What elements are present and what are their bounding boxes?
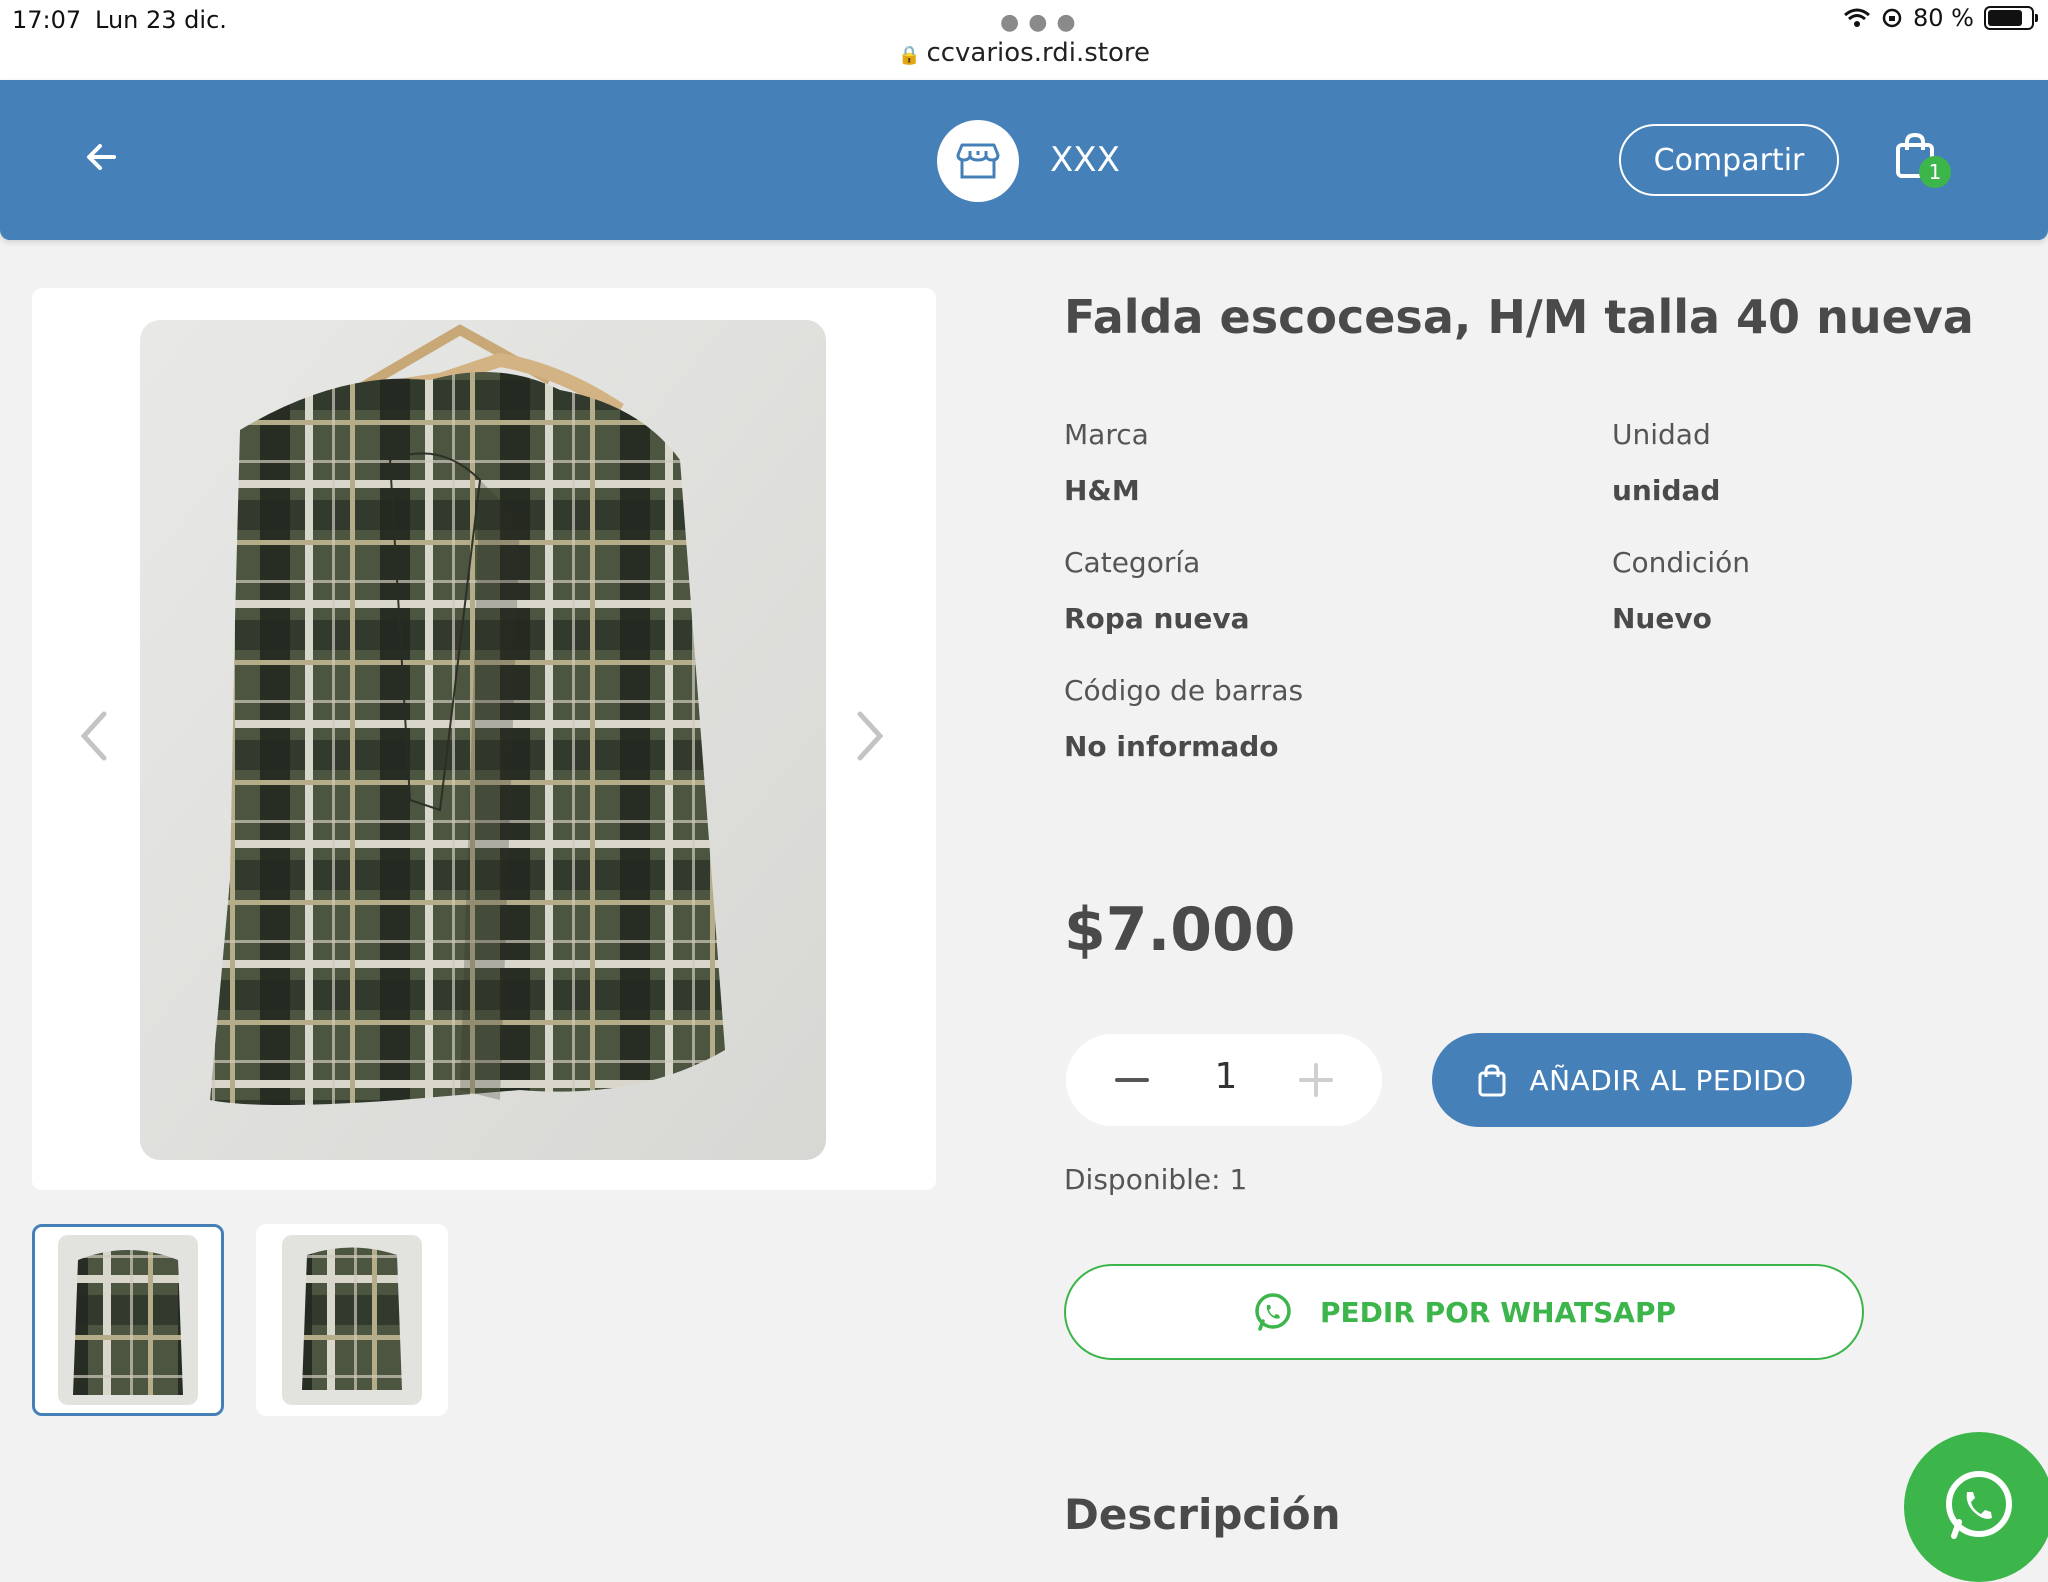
quantity-stepper: 1: [1066, 1034, 1382, 1126]
thumbnail-image: [282, 1235, 422, 1405]
shopping-bag-icon: [1478, 1064, 1506, 1097]
store-header: XXX Compartir 1: [0, 80, 2048, 240]
store-icon: [956, 143, 1000, 179]
quantity-value[interactable]: 1: [1186, 1056, 1266, 1097]
gallery-next-button[interactable]: [850, 706, 890, 766]
whatsapp-icon: [1255, 1293, 1291, 1331]
product-title: Falda escocesa, H/M talla 40 nueva: [1064, 290, 1974, 344]
availability-text: Disponible: 1: [1064, 1163, 1248, 1196]
product-gallery: [32, 288, 936, 1190]
battery-icon: [1984, 6, 2038, 30]
lock-icon: 🔒: [898, 45, 921, 66]
order-via-whatsapp-button[interactable]: PEDIR POR WHATSAPP: [1064, 1264, 1864, 1360]
description-heading: Descripción: [1064, 1490, 1341, 1539]
cart-count-badge: 1: [1919, 156, 1951, 188]
increase-quantity-button[interactable]: [1298, 1060, 1334, 1100]
status-time: 17:07: [12, 6, 82, 34]
gallery-thumbnail[interactable]: [32, 1224, 224, 1416]
spec-label-category: Categoría: [1064, 546, 1201, 579]
spec-label-condition: Condición: [1612, 546, 1751, 579]
product-price: $7.000: [1064, 895, 1296, 965]
product-main-image[interactable]: [140, 320, 826, 1160]
cart-button[interactable]: 1: [1895, 132, 1951, 192]
gallery-thumbnail[interactable]: [256, 1224, 448, 1416]
add-to-order-button[interactable]: AÑADIR AL PEDIDO: [1432, 1033, 1852, 1127]
orientation-lock-icon: [1882, 8, 1902, 28]
status-date: Lun 23 dic.: [95, 6, 227, 34]
wifi-icon: [1844, 8, 1870, 27]
store-name[interactable]: XXX: [1050, 140, 1120, 180]
chevron-right-icon: [857, 711, 884, 761]
spec-value-brand: H&M: [1064, 474, 1140, 507]
decrease-quantity-button[interactable]: [1114, 1060, 1150, 1100]
status-indicators: 80 %: [1843, 4, 2038, 32]
url-text: ccvarios.rdi.store: [926, 38, 1150, 68]
spec-value-category: Ropa nueva: [1064, 602, 1250, 635]
back-button[interactable]: [80, 135, 124, 179]
whatsapp-label: PEDIR POR WHATSAPP: [1319, 1295, 1677, 1329]
spec-label-barcode: Código de barras: [1064, 674, 1304, 707]
address-bar[interactable]: 🔒 ccvarios.rdi.store: [0, 38, 2048, 68]
status-bar: 17:07 Lun 23 dic. ● ● ● 🔒 ccvarios.rdi.st…: [0, 0, 2048, 80]
spec-value-condition: Nuevo: [1612, 602, 1712, 635]
spec-value-unit: unidad: [1612, 474, 1721, 507]
whatsapp-floating-button[interactable]: [1904, 1432, 2048, 1582]
whatsapp-icon: [1946, 1471, 2012, 1539]
gallery-prev-button[interactable]: [74, 706, 114, 766]
chevron-left-icon: [80, 711, 107, 761]
browser-menu-dots-icon[interactable]: ● ● ●: [1000, 10, 1077, 35]
arrow-left-icon: [87, 144, 116, 170]
spec-value-barcode: No informado: [1064, 730, 1279, 763]
add-to-order-label: AÑADIR AL PEDIDO: [1529, 1063, 1807, 1097]
share-button[interactable]: Compartir: [1619, 124, 1839, 196]
spec-label-unit: Unidad: [1612, 418, 1711, 451]
plaid-skirt-photo: [140, 320, 826, 1160]
plus-icon: [1299, 1063, 1333, 1097]
battery-percent: 80 %: [1913, 4, 1974, 32]
spec-label-brand: Marca: [1064, 418, 1149, 451]
thumbnail-image: [58, 1235, 198, 1405]
minus-icon: [1115, 1078, 1149, 1082]
store-logo[interactable]: [937, 120, 1019, 202]
